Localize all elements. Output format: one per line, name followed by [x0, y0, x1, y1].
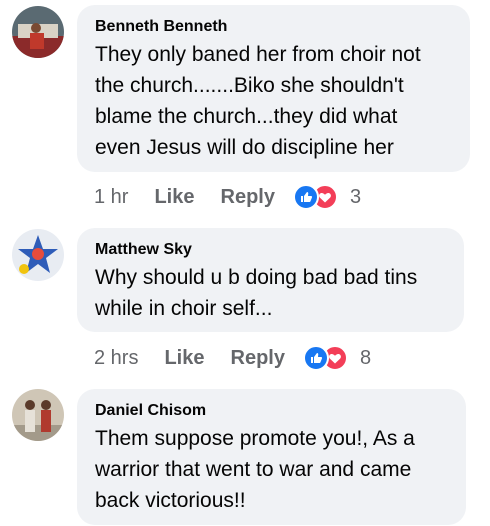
reply-button[interactable]: Reply [231, 347, 285, 370]
comment-bubble: Matthew Sky Why should u b doing bad bad… [77, 228, 464, 332]
comment-bubble: Daniel Chisom Them suppose promote you!,… [77, 389, 466, 525]
reactions-summary[interactable]: 3 [292, 184, 362, 210]
comment-text-line: They only baned her from choir not [95, 43, 421, 66]
avatar[interactable] [12, 389, 64, 441]
comment-author[interactable]: Matthew Sky [95, 241, 448, 259]
comment-bubble: Benneth Benneth They only baned her from… [77, 5, 470, 172]
comment-text-line: Them suppose promote you!, As a [95, 427, 415, 450]
comment-text-line: warrior that went to war and came [95, 458, 412, 481]
like-reaction-icon [292, 184, 319, 210]
like-button[interactable]: Like [154, 186, 194, 209]
comment-text-line: while in choir self... [95, 297, 273, 320]
comment-author[interactable]: Benneth Benneth [95, 18, 454, 36]
comment-text-line: blame the church...they did what [95, 105, 398, 128]
comment-author[interactable]: Daniel Chisom [95, 402, 450, 420]
comment-timestamp[interactable]: 2 hrs [94, 347, 138, 370]
reaction-count: 8 [359, 346, 372, 369]
avatar[interactable] [12, 229, 64, 281]
like-button[interactable]: Like [164, 347, 204, 370]
reply-button[interactable]: Reply [221, 186, 275, 209]
comment-timestamp[interactable]: 1 hr [94, 186, 128, 209]
reactions-summary[interactable]: 8 [302, 345, 372, 371]
comment-actions: 1 hr Like Reply 3 [94, 184, 361, 210]
comment-text-line: back victorious!! [95, 489, 246, 512]
reaction-count: 3 [349, 185, 362, 208]
like-reaction-icon [302, 345, 329, 371]
comment-text-line: Why should u b doing bad bad tins [95, 266, 418, 289]
comment-text-line: the church.......Biko she shouldn't [95, 74, 404, 97]
comment-text-line: even Jesus will do discipline her [95, 136, 394, 159]
avatar[interactable] [12, 6, 64, 58]
comment-actions: 2 hrs Like Reply 8 [94, 345, 371, 371]
